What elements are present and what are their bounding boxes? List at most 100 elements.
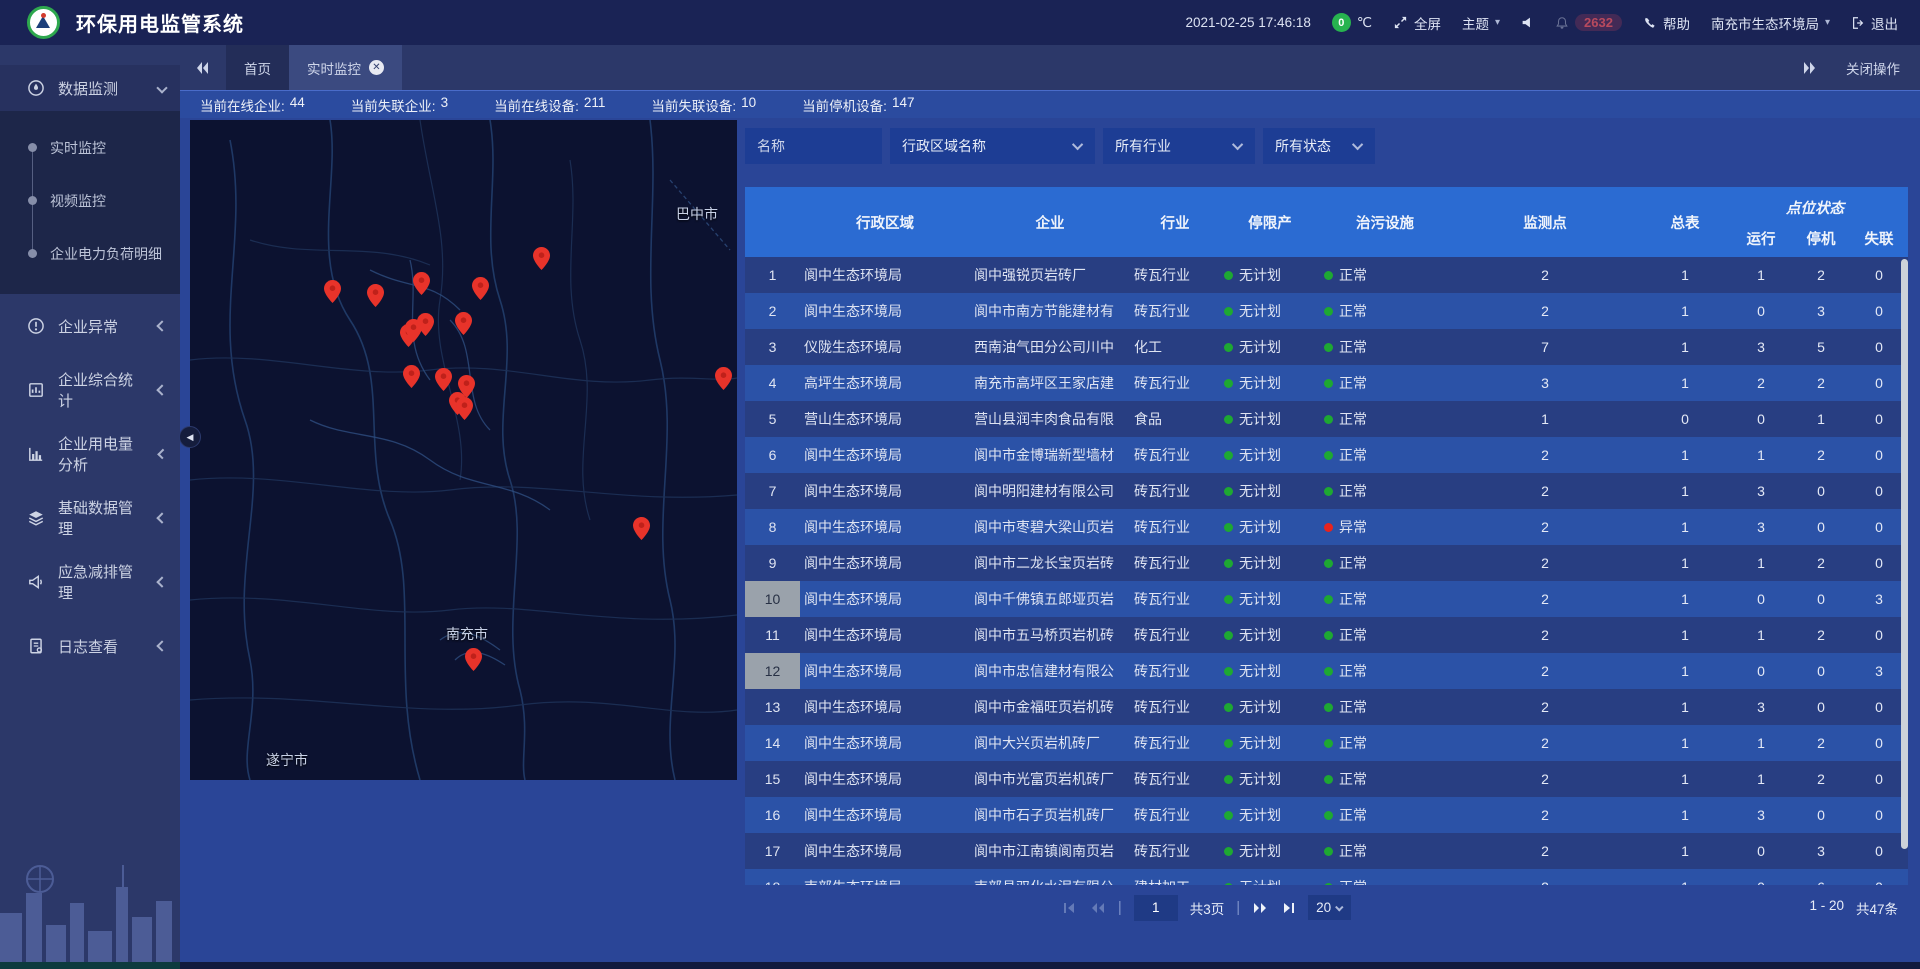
cell-run: 0 [1730,663,1792,679]
region-filter-select[interactable]: 行政区域名称 [890,128,1095,164]
table-row[interactable]: 3 仪陇生态环境局 西南油气田分公司川中 化工 无计划 正常 7 1 3 5 0 [745,329,1908,365]
map-pin-icon[interactable] [403,365,420,388]
map-pin-icon[interactable] [413,272,430,295]
cell-total: 1 [1640,627,1730,643]
next-page-button[interactable] [1252,901,1269,915]
cell-points: 2 [1450,267,1640,283]
prev-page-button[interactable] [1089,901,1106,915]
sidebar-item-power-analysis[interactable]: 企业用电量分析 [0,422,180,486]
select-value: 所有行业 [1115,136,1171,156]
close-icon[interactable]: ✕ [369,60,384,75]
table-row[interactable]: 7 阆中生态环境局 阆中明阳建材有限公司 砖瓦行业 无计划 正常 2 1 3 0… [745,473,1908,509]
sidebar-item-label: 基础数据管理 [58,497,145,539]
table-row[interactable]: 6 阆中生态环境局 阆中市金博瑞新型墙材 砖瓦行业 无计划 正常 2 1 1 2… [745,437,1908,473]
limit-text: 无计划 [1239,553,1281,573]
sidebar-item-label: 实时监控 [50,138,106,158]
table-row[interactable]: 15 阆中生态环境局 阆中市光富页岩机砖厂 砖瓦行业 无计划 正常 2 1 1 … [745,761,1908,797]
map-pin-icon[interactable] [417,313,434,336]
map-pin-icon[interactable] [533,247,550,270]
map-pin-icon[interactable] [715,367,732,390]
sidebar-item-log-view[interactable]: 日志查看 [0,614,180,678]
table-row[interactable]: 14 阆中生态环境局 阆中大兴页岩机砖厂 砖瓦行业 无计划 正常 2 1 1 2… [745,725,1908,761]
sidebar-item-power-load-detail[interactable]: 企业电力负荷明细 [0,227,180,280]
cell-region: 阆中生态环境局 [800,733,970,753]
stat-online-enterprises: 当前在线企业:44 [200,95,305,115]
cell-limit: 无计划 [1220,697,1320,717]
map-pin-icon[interactable] [324,280,341,303]
tabs-scroll-right-button[interactable] [1786,61,1832,75]
map-pin-icon[interactable] [472,277,489,300]
page-number-input[interactable] [1134,895,1178,921]
limit-text: 无计划 [1239,373,1281,393]
cell-industry: 建材加工 [1130,877,1220,885]
table-row[interactable]: 18 南部生态环境局 南部县双化水泥有限公 建材加工 无计划 正常 2 1 0 … [745,869,1908,885]
cell-facility: 正常 [1320,625,1450,645]
facility-text: 正常 [1339,301,1367,321]
cell-points: 3 [1450,375,1640,391]
stat-online-devices: 当前在线设备:211 [494,95,605,115]
chevron-down-icon [1352,139,1363,150]
select-value: 所有状态 [1275,136,1331,156]
sidebar-item-enterprise-abnormal[interactable]: 企业异常 [0,294,180,358]
sidebar-item-video-monitor[interactable]: 视频监控 [0,174,180,227]
sidebar-item-emergency-reduction[interactable]: 应急减排管理 [0,550,180,614]
map-pin-icon[interactable] [455,312,472,335]
map-pin-icon[interactable] [367,284,384,307]
logout-button[interactable]: 退出 [1851,13,1898,33]
table-row[interactable]: 13 阆中生态环境局 阆中市金福旺页岩机砖 砖瓦行业 无计划 正常 2 1 3 … [745,689,1908,725]
sidebar-item-enterprise-stats[interactable]: 企业综合统计 [0,358,180,422]
table-row[interactable]: 9 阆中生态环境局 阆中市二龙长宝页岩砖 砖瓦行业 无计划 正常 2 1 1 2… [745,545,1908,581]
panel-collapse-button[interactable]: ◀ [179,426,201,448]
table-scrollbar[interactable] [1901,259,1908,849]
tab-realtime-monitor[interactable]: 实时监控 ✕ [289,45,402,90]
table-row[interactable]: 11 阆中生态环境局 阆中市五马桥页岩机砖 砖瓦行业 无计划 正常 2 1 1 … [745,617,1908,653]
table-row[interactable]: 4 高坪生态环境局 南充市高坪区王家店建 砖瓦行业 无计划 正常 3 1 2 2… [745,365,1908,401]
table-row[interactable]: 12 阆中生态环境局 阆中市忠信建材有限公 砖瓦行业 无计划 正常 2 1 0 … [745,653,1908,689]
sidebar-item-realtime-monitor[interactable]: 实时监控 [0,121,180,174]
limit-text: 无计划 [1239,805,1281,825]
theme-dropdown[interactable]: 主题 ▾ [1462,13,1500,33]
table-row[interactable]: 2 阆中生态环境局 阆中市南方节能建材有 砖瓦行业 无计划 正常 2 1 0 3… [745,293,1908,329]
map-pin-icon[interactable] [465,648,482,671]
speaker-icon [1521,16,1534,29]
cell-company: 阆中市石子页岩机砖厂 [970,805,1130,825]
org-dropdown[interactable]: 南充市生态环境局 ▾ [1711,13,1830,33]
industry-filter-select[interactable]: 所有行业 [1103,128,1255,164]
table-row[interactable]: 1 阆中生态环境局 阆中强锐页岩砖厂 砖瓦行业 无计划 正常 2 1 1 2 0 [745,257,1908,293]
map-city-label: 南充市 [446,624,488,644]
facility-text: 正常 [1339,589,1367,609]
map-pin-icon[interactable] [456,397,473,420]
name-filter-input[interactable] [745,128,882,164]
cell-stop: 2 [1792,375,1850,391]
status-dot-icon [1224,559,1233,568]
sidebar-item-label: 视频监控 [50,191,106,211]
cell-lost: 0 [1850,447,1908,463]
cell-points: 2 [1450,519,1640,535]
tab-home[interactable]: 首页 [226,45,289,90]
fullscreen-button[interactable]: 全屏 [1393,13,1441,33]
cell-run: 2 [1730,375,1792,391]
range-label: 1 - 20 [1809,898,1844,918]
table-row[interactable]: 17 阆中生态环境局 阆中市江南镇阆南页岩 砖瓦行业 无计划 正常 2 1 0 … [745,833,1908,869]
sidebar-item-data-monitor[interactable]: 数据监测 [0,65,180,111]
last-page-button[interactable] [1281,901,1296,915]
map-pin-icon[interactable] [435,368,452,391]
cell-company: 阆中市忠信建材有限公 [970,661,1130,681]
page-size-select[interactable]: 20 [1308,895,1351,920]
table-row[interactable]: 8 阆中生态环境局 阆中市枣碧大梁山页岩 砖瓦行业 无计划 异常 2 1 3 0… [745,509,1908,545]
table-row[interactable]: 10 阆中生态环境局 阆中千佛镇五郎垭页岩 砖瓦行业 无计划 正常 2 1 0 … [745,581,1908,617]
map-pin-icon[interactable] [633,517,650,540]
tabs-scroll-left-button[interactable] [180,61,226,75]
help-button[interactable]: 帮助 [1643,13,1690,33]
first-page-button[interactable] [1062,901,1077,915]
mute-button[interactable] [1521,16,1534,29]
map-canvas[interactable]: 巴中市 南充市 遂宁市 [190,120,737,780]
sidebar-item-base-data[interactable]: 基础数据管理 [0,486,180,550]
status-dot-icon [1324,559,1333,568]
chevron-left-icon [157,512,168,523]
table-row[interactable]: 16 阆中生态环境局 阆中市石子页岩机砖厂 砖瓦行业 无计划 正常 2 1 3 … [745,797,1908,833]
notification-area[interactable]: 2632 [1555,14,1622,31]
status-filter-select[interactable]: 所有状态 [1263,128,1375,164]
close-operations-button[interactable]: 关闭操作 [1846,58,1900,78]
table-row[interactable]: 5 营山生态环境局 营山县润丰肉食品有限 食品 无计划 正常 1 0 0 1 0 [745,401,1908,437]
